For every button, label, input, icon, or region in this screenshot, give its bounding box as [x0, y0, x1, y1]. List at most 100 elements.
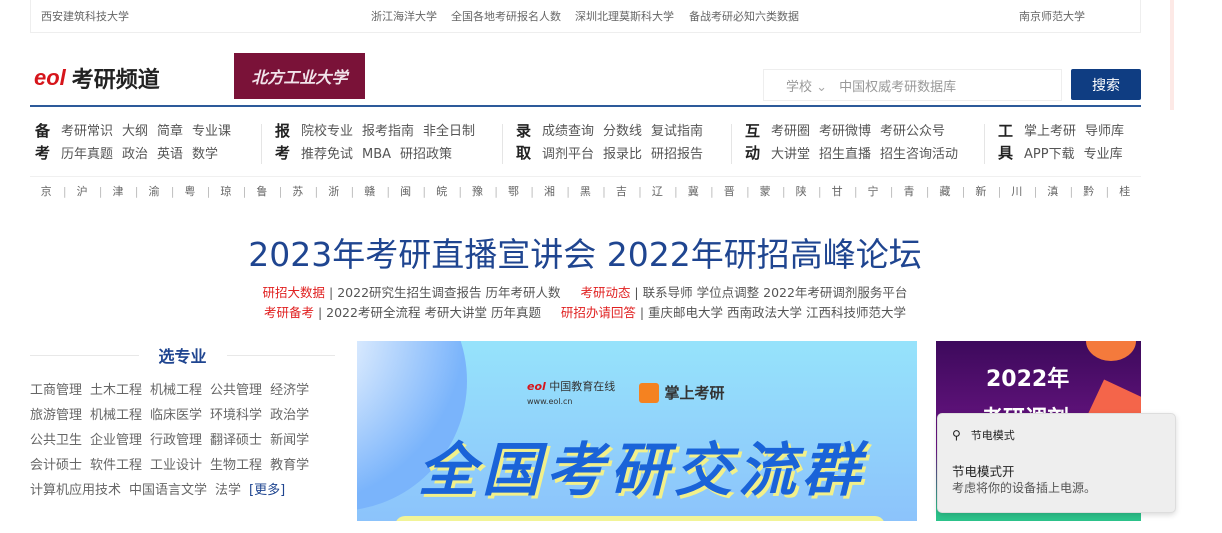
search-button[interactable]: 搜索: [1071, 69, 1141, 100]
nav-link[interactable]: 专业库: [1084, 143, 1123, 166]
province-link[interactable]: 粤: [181, 183, 195, 199]
province-link[interactable]: 琼: [217, 183, 231, 199]
nav-link[interactable]: 研招政策: [400, 143, 452, 166]
nav-link[interactable]: 考研微博: [819, 120, 871, 143]
province-link[interactable]: 沪: [73, 183, 88, 199]
nav-link[interactable]: 考研公众号: [880, 120, 945, 143]
link[interactable]: 2022年考研调剂服务平台: [763, 285, 907, 300]
nav-link[interactable]: 招生咨询活动: [880, 143, 958, 166]
major-link[interactable]: 土木工程: [90, 383, 142, 398]
major-link[interactable]: 公共管理: [210, 383, 262, 398]
major-link[interactable]: 中国语言文学: [129, 483, 207, 498]
major-link[interactable]: 行政管理: [150, 433, 202, 448]
province-link[interactable]: 陕: [792, 183, 807, 199]
province-link[interactable]: 京: [41, 183, 52, 199]
major-link[interactable]: 工商管理: [30, 383, 82, 398]
nav-link[interactable]: 数学: [192, 143, 218, 166]
link-category[interactable]: 研招办请回答: [561, 305, 636, 320]
battery-saver-notification[interactable]: ⚲ 节电模式 节电模式开 考虑将你的设备插上电源。: [937, 413, 1176, 513]
province-link[interactable]: 闽: [396, 183, 411, 199]
major-link[interactable]: 会计硕士: [30, 458, 82, 473]
province-link[interactable]: 川: [1008, 183, 1022, 199]
search-input[interactable]: 中国权威考研数据库: [839, 76, 956, 95]
link-category[interactable]: 研招大数据: [263, 285, 326, 300]
nav-link[interactable]: 分数线: [603, 120, 642, 143]
province-link[interactable]: 渝: [145, 183, 159, 199]
headline[interactable]: 2023年考研直播宣讲会 2022年研招高峰论坛: [0, 228, 1170, 276]
major-link[interactable]: 旅游管理: [30, 408, 82, 423]
link[interactable]: 江西科技师范大学: [806, 305, 906, 320]
site-logo[interactable]: eol 考研频道: [34, 62, 160, 94]
nav-link[interactable]: 政治: [122, 143, 148, 166]
province-link[interactable]: 黔: [1080, 183, 1094, 199]
province-link[interactable]: 滇: [1044, 183, 1058, 199]
province-link[interactable]: 豫: [468, 183, 483, 199]
major-link[interactable]: 生物工程: [210, 458, 262, 473]
major-link[interactable]: 新闻学: [270, 433, 309, 448]
nav-link[interactable]: 招生直播: [819, 143, 871, 166]
more-link[interactable]: [更多]: [249, 483, 285, 498]
province-link[interactable]: 皖: [432, 183, 447, 199]
top-link[interactable]: 南京师范大学: [1019, 8, 1085, 24]
province-link[interactable]: 青: [900, 183, 914, 199]
major-link[interactable]: 工业设计: [150, 458, 202, 473]
major-link[interactable]: 公共卫生: [30, 433, 82, 448]
nav-link[interactable]: 考研常识: [61, 120, 113, 143]
major-link[interactable]: 政治学: [270, 408, 309, 423]
province-link[interactable]: 辽: [648, 183, 663, 199]
province-link[interactable]: 晋: [720, 183, 735, 199]
province-link[interactable]: 湘: [540, 183, 555, 199]
province-link[interactable]: 藏: [936, 183, 950, 199]
major-link[interactable]: 企业管理: [90, 433, 142, 448]
nav-link[interactable]: 英语: [157, 143, 183, 166]
nav-link[interactable]: 报录比: [603, 143, 642, 166]
province-link[interactable]: 甘: [828, 183, 843, 199]
province-link[interactable]: 桂: [1115, 183, 1130, 199]
major-link[interactable]: 环境科学: [210, 408, 262, 423]
link[interactable]: 学位点调整: [697, 285, 760, 300]
province-link[interactable]: 冀: [684, 183, 699, 199]
major-link[interactable]: 经济学: [270, 383, 309, 398]
nav-link[interactable]: 非全日制: [423, 120, 475, 143]
province-link[interactable]: 宁: [864, 183, 879, 199]
link[interactable]: 历年真题: [491, 305, 541, 320]
nav-link[interactable]: MBA: [362, 143, 391, 166]
top-link[interactable]: 西安建筑科技大学: [41, 8, 129, 24]
link-category[interactable]: 考研动态: [580, 285, 630, 300]
major-link[interactable]: 教育学: [270, 458, 309, 473]
province-link[interactable]: 苏: [289, 183, 303, 199]
link[interactable]: 考研大讲堂: [424, 305, 487, 320]
province-link[interactable]: 黑: [576, 183, 591, 199]
nav-link[interactable]: 导师库: [1085, 120, 1124, 143]
link[interactable]: 联系导师: [643, 285, 693, 300]
major-link[interactable]: 法学: [215, 483, 241, 498]
nav-link[interactable]: APP下载: [1024, 143, 1075, 166]
province-link[interactable]: 吉: [612, 183, 627, 199]
nav-link[interactable]: 专业课: [192, 120, 231, 143]
province-link[interactable]: 新: [972, 183, 986, 199]
nav-link[interactable]: 推荐免试: [301, 143, 353, 166]
province-link[interactable]: 蒙: [756, 183, 771, 199]
major-link[interactable]: 计算机应用技术: [30, 483, 121, 498]
nav-link[interactable]: 简章: [157, 120, 183, 143]
major-link[interactable]: 机械工程: [150, 383, 202, 398]
nav-link[interactable]: 调剂平台: [542, 143, 594, 166]
nav-link[interactable]: 大讲堂: [771, 143, 810, 166]
top-link[interactable]: 全国各地考研报名人数: [451, 8, 561, 24]
link[interactable]: 西南政法大学: [727, 305, 802, 320]
major-link[interactable]: 临床医学: [150, 408, 202, 423]
nav-link[interactable]: 成绩查询: [542, 120, 594, 143]
province-link[interactable]: 鲁: [253, 183, 267, 199]
banner-exchange-group[interactable]: eol 中国教育在线 www.eol.cn 掌上考研 全国考研交流群: [357, 341, 917, 521]
top-link[interactable]: 浙江海洋大学: [371, 8, 437, 24]
link[interactable]: 2022考研全流程: [326, 305, 420, 320]
link[interactable]: 重庆邮电大学: [648, 305, 723, 320]
nav-link[interactable]: 研招报告: [651, 143, 703, 166]
major-link[interactable]: 翻译硕士: [210, 433, 262, 448]
top-link[interactable]: 备战考研必知六类数据: [689, 8, 799, 24]
nav-link[interactable]: 报考指南: [362, 120, 414, 143]
nav-link[interactable]: 历年真题: [61, 143, 113, 166]
nav-link[interactable]: 复试指南: [651, 120, 703, 143]
province-link[interactable]: 赣: [360, 183, 375, 199]
link-category[interactable]: 考研备考: [264, 305, 314, 320]
